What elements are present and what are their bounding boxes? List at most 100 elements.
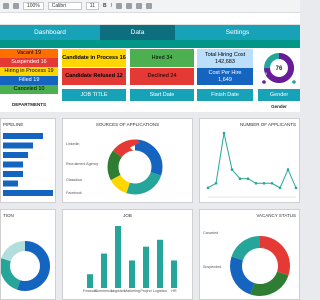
applicants-point	[294, 186, 298, 190]
pipeline-title: PIPELINE	[3, 122, 24, 127]
cost-per-hire-label: Cost Per Hire	[208, 69, 242, 76]
kpi-total-hiring-cost: Total Hiring Cost 142,683	[197, 49, 253, 68]
sources-svg: Linkedin Recruitment Agency Glassdoor Fa…	[66, 139, 163, 195]
vacancy-svg: Canceled Suspended	[203, 231, 290, 296]
female-icon	[262, 80, 266, 84]
pipeline-bar	[3, 142, 33, 149]
applicants-line	[206, 131, 298, 198]
font-select[interactable]: Calibri	[47, 2, 82, 10]
applicants-card: NUMBER OF APPLICANTS	[199, 118, 300, 203]
tab-dashboard[interactable]: Dashboard	[0, 25, 100, 40]
sources-title: SOURCES OF APPLICATIONS	[95, 122, 160, 127]
pipeline-bar	[3, 152, 28, 158]
kpi-filled: Filled 19	[0, 76, 58, 85]
bold-button[interactable]: B	[103, 3, 107, 9]
job-tick-label: Logistics	[111, 289, 125, 293]
formula-bar[interactable]	[0, 13, 300, 25]
nav-strip	[0, 40, 300, 48]
job-svg: FinancialCommercialLogistics Marketing Pro…	[83, 226, 177, 293]
gender-svg: 76 8	[262, 53, 296, 84]
job-bar	[171, 260, 177, 288]
sheet-dashboard: 100% Calibri 11 B I Dashboard Data Setti…	[0, 0, 300, 300]
kpi-candidate-in-process: Candidate in Process 16	[62, 49, 126, 67]
kpi-candidate-refused: Candidate Refused 12	[62, 68, 126, 85]
job-title: JOB	[123, 213, 132, 218]
vacancy-label-canceled: Canceled	[203, 231, 218, 235]
gender-small-value: 8	[265, 72, 267, 76]
job-bar	[87, 274, 93, 288]
job-tick-label: Project	[140, 289, 151, 293]
align-icon[interactable]	[146, 3, 153, 9]
applicants-point	[230, 168, 234, 171]
applicants-point	[270, 181, 274, 185]
male-icon	[292, 80, 296, 84]
department-label: DEPARTMENTS	[0, 100, 58, 109]
kpi-cost-per-hire: Cost Per Hire 1,649	[197, 68, 253, 85]
cost-per-hire-value: 1,649	[218, 76, 232, 83]
job-bar	[115, 226, 121, 288]
pipeline-bar	[3, 180, 18, 187]
applicants-series-line	[207, 132, 297, 189]
kpi-hired: Hired 34	[130, 49, 194, 67]
gender-header: Gender	[258, 102, 300, 110]
bottom-left-card: TION	[0, 209, 56, 300]
undo-icon[interactable]	[3, 3, 9, 9]
applicants-svg	[206, 131, 298, 198]
vacancy-card: VACANCY STATUS Canceled Suspended	[199, 209, 300, 300]
text-color-icon[interactable]	[116, 3, 123, 9]
job-bar	[129, 260, 135, 288]
fill-color-icon[interactable]	[126, 3, 133, 9]
bottom-left-title: TION	[3, 213, 14, 218]
applicants-point	[246, 177, 250, 181]
applicants-point	[206, 186, 210, 190]
kpi-canceled: Canceled 10	[0, 85, 58, 94]
applicants-point	[238, 177, 242, 181]
applicants-point	[254, 181, 258, 185]
toolbar: 100% Calibri 11 B I	[0, 0, 300, 13]
pipeline-bar	[3, 133, 43, 139]
job-bar	[101, 253, 107, 288]
applicants-point	[262, 181, 266, 185]
applicants-point	[278, 186, 282, 190]
bottom-left-svg	[0, 241, 50, 291]
pipeline-bar	[3, 190, 53, 196]
total-cost-value: 142,683	[215, 58, 235, 65]
kpi-vacant: Vacant 19	[0, 49, 58, 58]
sources-donut	[107, 139, 163, 195]
zoom-select[interactable]: 100%	[23, 2, 44, 10]
tab-settings[interactable]: Settings	[175, 25, 300, 40]
kpi-suspended: Suspended 16	[0, 58, 58, 67]
sources-label-linkedin: Linkedin	[66, 142, 79, 146]
pipeline-bar	[3, 161, 23, 168]
tab-data[interactable]: Data	[100, 25, 175, 40]
job-tick-label: Marketing	[124, 289, 140, 293]
font-size-select[interactable]: 11	[85, 2, 99, 10]
sources-card: SOURCES OF APPLICATIONS Linkedin Recruit…	[62, 118, 193, 203]
bottom-left-donut	[0, 241, 50, 291]
vacancy-donut	[230, 236, 290, 296]
redo-icon[interactable]	[13, 3, 19, 9]
applicants-point	[214, 181, 218, 185]
applicants-point	[286, 168, 290, 171]
gender-chart: 76 8	[258, 49, 300, 87]
job-tick-label: HR	[171, 289, 177, 293]
gender-label: Gender	[258, 89, 300, 101]
pipeline-card: PIPELINE	[0, 118, 56, 203]
pipeline-svg	[3, 133, 53, 196]
applicants-title: NUMBER OF APPLICANTS	[239, 122, 296, 127]
job-bars: FinancialCommercialLogistics Marketing Pro…	[83, 226, 177, 293]
vacancy-label-suspended: Suspended	[203, 265, 221, 269]
nav-bar: Dashboard Data Settings	[0, 25, 300, 40]
job-tick-label: Logistics	[153, 289, 167, 293]
kpi-hiring-in-process: Hiring in Process 19	[0, 67, 58, 76]
job-card: JOB Financial Commercial Logistics Marketin…	[62, 209, 193, 300]
pipeline-bar	[3, 171, 23, 177]
sources-label-facebook: Facebook	[66, 191, 82, 195]
vacancy-title: VACANCY STATUS	[256, 213, 296, 218]
italic-button[interactable]: I	[111, 3, 112, 9]
total-cost-label: Total Hiring Cost	[204, 51, 246, 58]
borders-icon[interactable]	[136, 3, 143, 9]
pipeline-bars	[3, 133, 53, 196]
gender-value: 76	[276, 66, 283, 72]
applicants-point	[222, 131, 226, 135]
